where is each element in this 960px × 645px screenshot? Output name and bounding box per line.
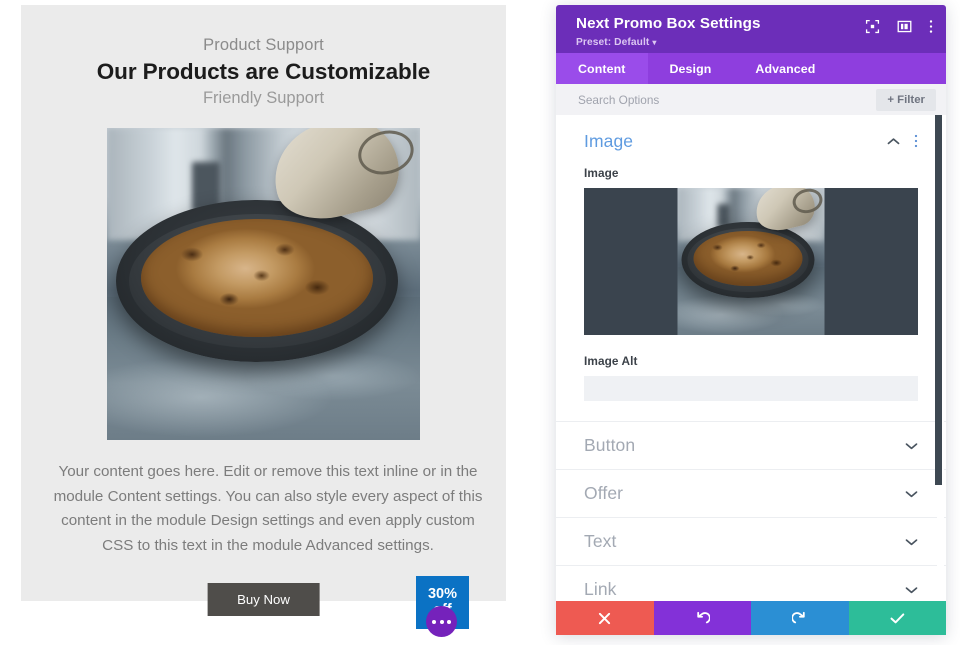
- settings-tabs: Content Design Advanced: [556, 53, 946, 84]
- image-thumbnail: [677, 188, 825, 335]
- chevron-down-icon[interactable]: [905, 537, 918, 546]
- buy-now-button[interactable]: Buy Now: [207, 582, 320, 616]
- promo-cta-row: Buy Now 30% off: [53, 575, 474, 643]
- scrollbar-thumb[interactable]: [935, 115, 942, 485]
- dot: [447, 619, 451, 624]
- scrollbar-track[interactable]: [935, 115, 944, 601]
- checkmark-icon: [890, 612, 905, 625]
- redo-button[interactable]: [751, 601, 849, 635]
- section-offer[interactable]: Offer: [556, 470, 946, 518]
- settings-modal-header: Next Promo Box Settings Preset: Default …: [556, 5, 946, 53]
- promo-title: Our Products are Customizable: [96, 58, 431, 84]
- section-button[interactable]: Button: [556, 422, 946, 470]
- offer-badge-percent: 30%: [427, 585, 458, 602]
- section-image-icons: [887, 134, 918, 148]
- chevron-up-icon[interactable]: [887, 137, 900, 146]
- chevron-down-icon[interactable]: [905, 441, 918, 450]
- search-options-row: + Filter: [556, 84, 946, 115]
- settings-scroll-container: Image Image Image Alt Button Offer Text …: [556, 115, 946, 601]
- preset-label: Preset: Default: [576, 36, 650, 48]
- chevron-down-icon: ▾: [652, 37, 657, 47]
- section-link[interactable]: Link: [556, 566, 946, 601]
- promo-body-text: Your content goes here. Edit or remove t…: [53, 463, 483, 555]
- tab-content[interactable]: Content: [556, 53, 648, 84]
- image-upload-field[interactable]: [584, 188, 918, 335]
- tab-design[interactable]: Design: [648, 53, 734, 84]
- focus-target-icon[interactable]: [865, 19, 880, 34]
- chevron-down-icon[interactable]: [905, 489, 918, 498]
- section-image-header[interactable]: Image: [584, 131, 918, 152]
- promo-image: [107, 128, 420, 441]
- image-field-label: Image: [584, 166, 619, 180]
- section-image-title: Image: [584, 131, 634, 151]
- undo-button[interactable]: [653, 601, 751, 635]
- section-offer-title: Offer: [584, 483, 624, 503]
- kebab-menu-icon[interactable]: [914, 134, 918, 148]
- settings-action-bar: [556, 601, 946, 635]
- module-preview-area: Product Support Our Products are Customi…: [0, 0, 540, 645]
- layout-split-icon[interactable]: [897, 19, 912, 34]
- module-settings-modal: Next Promo Box Settings Preset: Default …: [556, 5, 946, 635]
- kebab-menu-icon[interactable]: [929, 19, 933, 34]
- filter-button[interactable]: + Filter: [876, 88, 936, 111]
- undo-arrow-icon: [695, 611, 711, 626]
- save-button[interactable]: [848, 601, 946, 635]
- image-alt-input[interactable]: [584, 376, 918, 401]
- promo-subtitle-bottom: Friendly Support: [202, 88, 325, 107]
- header-icon-group: [865, 19, 933, 34]
- preset-selector[interactable]: Preset: Default ▾: [576, 37, 932, 48]
- promo-box-module[interactable]: Product Support Our Products are Customi…: [21, 5, 506, 629]
- tab-advanced[interactable]: Advanced: [733, 53, 837, 84]
- section-button-title: Button: [584, 435, 636, 455]
- promo-subtitle-top: Product Support: [203, 36, 324, 54]
- module-settings-ellipsis-icon[interactable]: [426, 606, 457, 637]
- search-input[interactable]: [576, 91, 877, 108]
- cancel-button[interactable]: [556, 601, 654, 635]
- dot: [439, 619, 444, 624]
- redo-arrow-icon: [791, 611, 807, 626]
- dot: [432, 619, 436, 624]
- chevron-down-icon[interactable]: [905, 585, 918, 594]
- section-image: Image Image Image Alt: [556, 115, 946, 422]
- section-text[interactable]: Text: [556, 518, 946, 566]
- close-x-icon: [598, 612, 611, 625]
- image-alt-label: Image Alt: [584, 354, 638, 368]
- section-text-title: Text: [584, 531, 617, 551]
- section-link-title: Link: [584, 579, 617, 599]
